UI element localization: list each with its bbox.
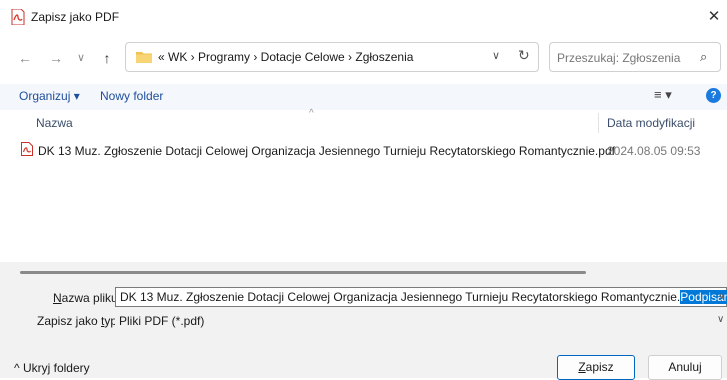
- pdf-icon: [21, 142, 33, 156]
- recent-locations-chevron-icon[interactable]: ∨: [70, 47, 92, 69]
- view-options-icon[interactable]: ≡ ▾: [654, 87, 672, 103]
- filename-field[interactable]: DK 13 Muz. Zgłoszenie Dotacji Celowej Or…: [115, 287, 727, 307]
- search-placeholder: Przeszukaj: Zgłoszenia: [557, 51, 681, 65]
- address-bar[interactable]: « WK › Programy › Dotacje Celowe › Zgłos…: [125, 42, 539, 72]
- column-divider[interactable]: [598, 113, 599, 133]
- search-icon[interactable]: ⌕: [700, 49, 707, 65]
- sort-ascending-icon: ^: [309, 108, 314, 119]
- window-title: Zapisz jako PDF: [31, 10, 120, 24]
- column-header-name[interactable]: Nazwa: [36, 116, 73, 130]
- close-button[interactable]: ✕: [703, 6, 725, 28]
- horizontal-scrollbar[interactable]: [20, 271, 586, 274]
- cancel-button[interactable]: Anuluj: [648, 355, 722, 380]
- address-dropdown-icon[interactable]: ∨: [492, 49, 500, 62]
- file-type-label: Zapisz jako typ:: [37, 314, 121, 328]
- up-arrow-icon[interactable]: ↑: [96, 47, 118, 69]
- back-arrow-icon[interactable]: ←: [14, 47, 36, 69]
- chevron-down-icon[interactable]: ∨: [717, 314, 724, 325]
- new-folder-button[interactable]: Nowy folder: [100, 89, 163, 103]
- help-icon[interactable]: ?: [706, 88, 721, 103]
- filename-label: Nazwa pliku:: [53, 291, 122, 305]
- file-name[interactable]: DK 13 Muz. Zgłoszenie Dotacji Celowej Or…: [38, 144, 615, 158]
- file-date: 2024.08.05 09:53: [607, 144, 701, 158]
- column-header-date[interactable]: Data modyfikacji: [607, 116, 695, 130]
- organize-button[interactable]: Organizuj ▾: [19, 89, 80, 103]
- breadcrumb[interactable]: « WK › Programy › Dotacje Celowe › Zgłos…: [158, 50, 413, 64]
- chevron-down-icon[interactable]: ∨: [718, 291, 725, 302]
- pdf-app-icon: [11, 9, 25, 25]
- hide-folders-button[interactable]: ^ Ukryj foldery: [14, 361, 90, 375]
- file-type-value: Pliki PDF (*.pdf): [119, 314, 205, 328]
- search-input[interactable]: Przeszukaj: Zgłoszenia ⌕: [549, 42, 721, 72]
- filename-value: DK 13 Muz. Zgłoszenie Dotacji Celowej Or…: [120, 290, 727, 304]
- file-type-select[interactable]: Pliki PDF (*.pdf) ∨: [115, 311, 727, 331]
- forward-arrow-icon[interactable]: →: [45, 47, 67, 69]
- refresh-icon[interactable]: ↻: [518, 47, 530, 64]
- folder-icon: [136, 52, 152, 63]
- save-button[interactable]: Zapisz: [557, 355, 635, 380]
